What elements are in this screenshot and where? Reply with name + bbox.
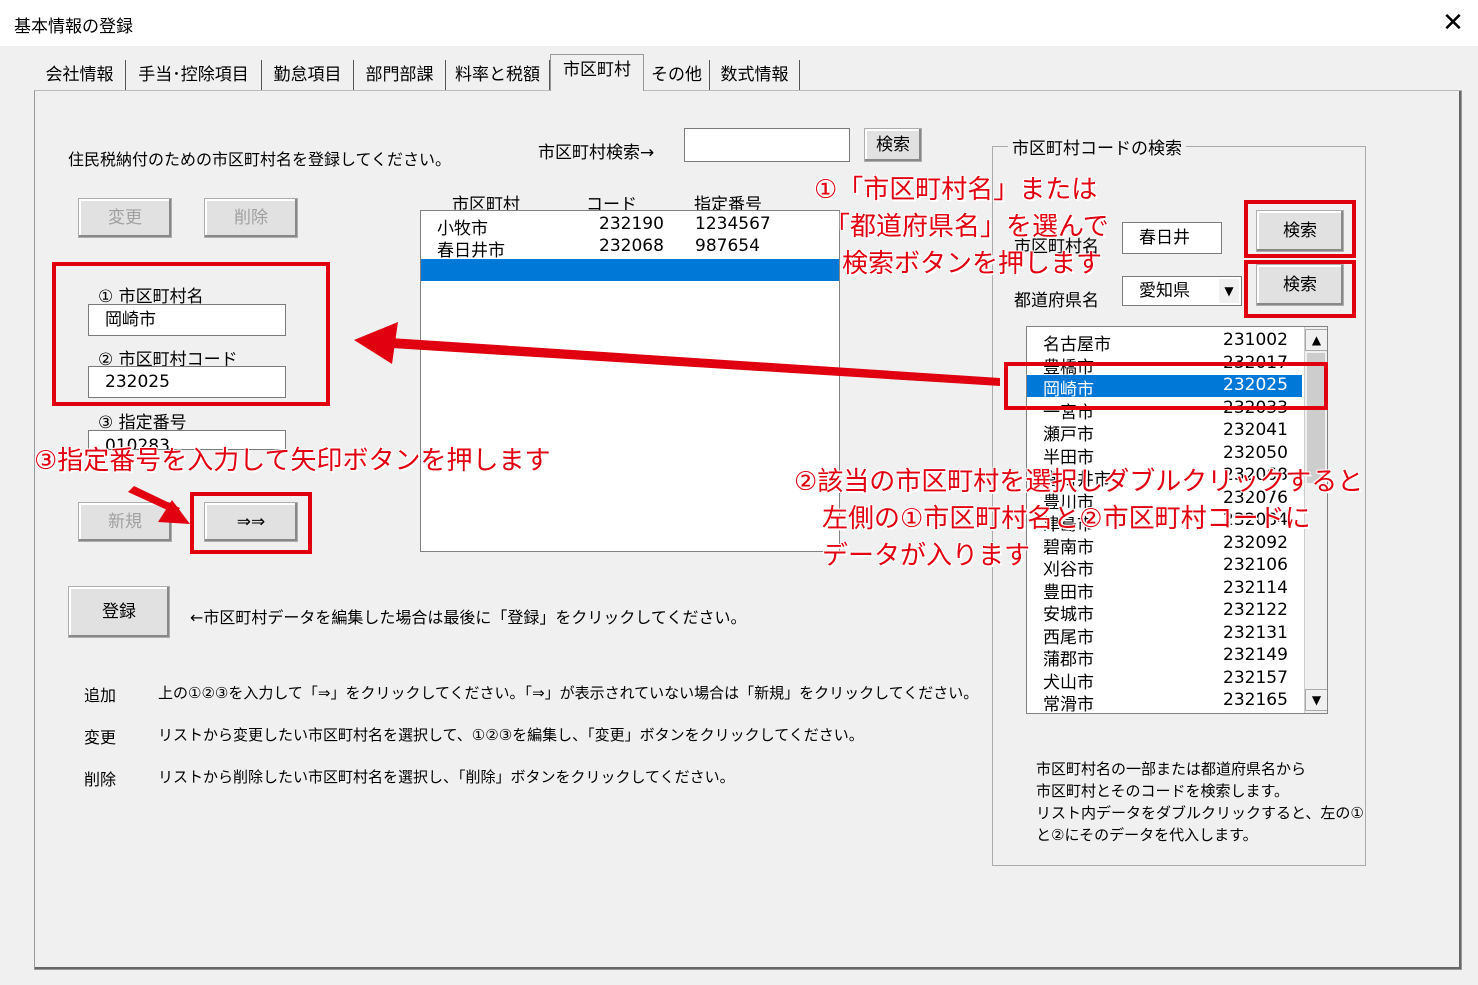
arrow-head-icon [354,322,398,364]
annotation-2-line: データが入ります [822,541,1031,571]
arrow-left-icon [390,338,1000,386]
annotation-1-line: ①「市区町村名」または [814,175,1098,205]
annotation-1-line: 「都道府県名」を選んで [824,212,1109,242]
annotation-2-line: 左側の①市区町村名と②市区町村コードに [822,504,1311,534]
annotation-1: ①「市区町村名」または 「都道府県名」を選んで 検索ボタンを押します [814,172,1109,283]
annotation-2: ②該当の市区町村を選択しダブルクリックすると 左側の①市区町村名と②市区町村コー… [794,464,1363,575]
tab-municipality[interactable]: 市区町村 [550,54,644,91]
annotation-2-line: ②該当の市区町村を選択しダブルクリックすると [794,467,1364,497]
annotation-3: ③指定番号を入力して矢印ボタンを押します [34,446,551,476]
annotation-1-line: 検索ボタンを押します [842,249,1103,279]
